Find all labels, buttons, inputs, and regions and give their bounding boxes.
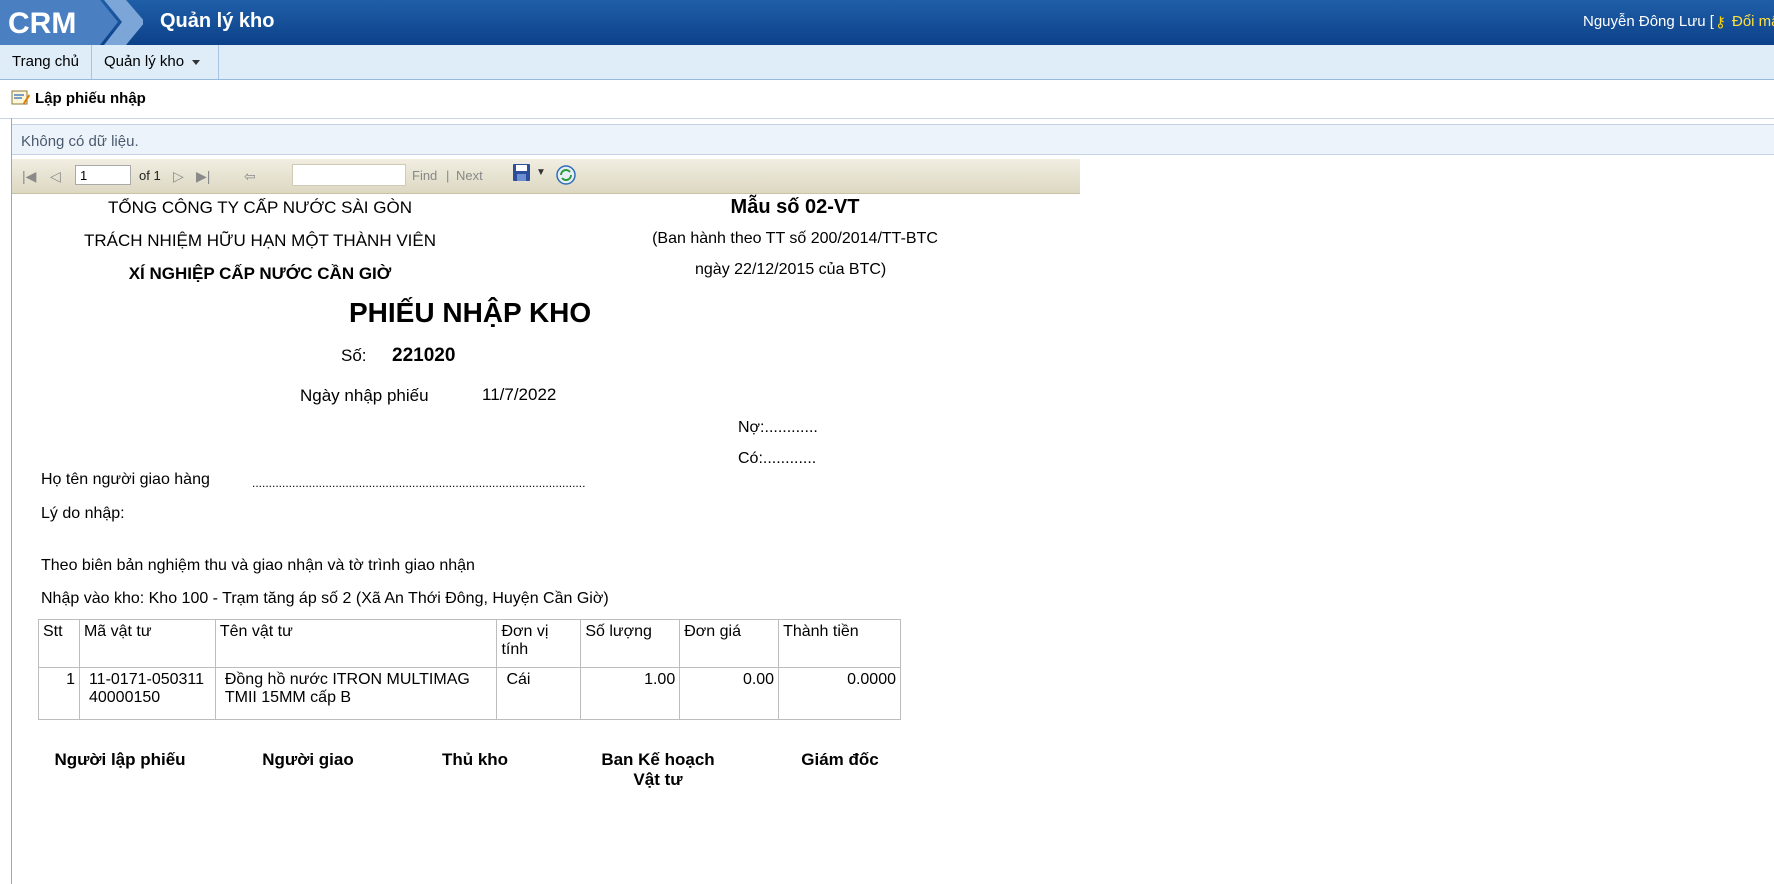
- receipt-number-label: Số:: [341, 346, 367, 365]
- column-header: Đơn giá: [679, 619, 780, 668]
- signature-storekeeper: Thủ kho: [441, 750, 509, 769]
- main-menu-bar: Trang chủ Quản lý kho: [0, 45, 1774, 80]
- save-export-icon[interactable]: [511, 162, 533, 184]
- debit-account: Nợ:............: [738, 419, 818, 436]
- refresh-icon[interactable]: [555, 164, 577, 186]
- find-separator: |: [446, 168, 450, 183]
- column-header: Stt: [38, 619, 80, 668]
- menu-item-home[interactable]: Trang chủ: [0, 45, 92, 79]
- cell-item-name: Đồng hồ nước ITRON MULTIMAG TMII 15MM cấ…: [214, 667, 498, 720]
- warehouse-text: Nhập vào kho: Kho 100 - Trạm tăng áp số …: [41, 590, 609, 607]
- cell-quantity: 1.00: [580, 667, 681, 720]
- message-bar: [12, 124, 1774, 155]
- create-receipt-link[interactable]: Lập phiếu nhập: [35, 90, 146, 107]
- user-name: Nguyễn Đông Lưu [: [1583, 13, 1714, 30]
- column-header: Mã vật tư: [78, 619, 216, 668]
- report-viewer-toolbar: |◀ ◁ ▷ ▶| ⇦: [12, 159, 1080, 194]
- receipt-date-label: Ngày nhập phiếu: [300, 386, 429, 405]
- chevron-down-icon: [192, 59, 201, 65]
- credit-account: Có:............: [738, 450, 817, 467]
- form-code: Mẫu số 02-VT: [730, 196, 860, 218]
- page-toolbar: [0, 80, 1774, 119]
- cell-unit: Cái: [496, 667, 582, 720]
- deliverer-label: Họ tên người giao hàng: [41, 471, 210, 488]
- no-data-message: Không có dữ liệu.: [21, 133, 139, 150]
- back-to-parent-icon[interactable]: ⇦: [244, 159, 256, 193]
- find-link[interactable]: Find: [412, 168, 437, 183]
- table-header-row: Stt Mã vật tư Tên vật tư Đơn vị tính Số …: [38, 619, 901, 668]
- items-table: Stt Mã vật tư Tên vật tư Đơn vị tính Số …: [38, 619, 901, 720]
- company-name-line1: TỔNG CÔNG TY CẤP NƯỚC SÀI GÒN: [108, 198, 412, 217]
- key-icon: ⚷: [1715, 14, 1726, 31]
- menu-item-warehouse[interactable]: Quản lý kho: [92, 45, 219, 79]
- change-password-link[interactable]: Đổi mật khẩu: [1732, 13, 1774, 30]
- crm-logo[interactable]: CRM: [0, 0, 143, 45]
- signature-director: Giám đốc: [801, 750, 879, 769]
- logo-text: CRM: [8, 7, 76, 40]
- next-page-icon[interactable]: ▷: [173, 159, 184, 193]
- form-basis-line1: (Ban hành theo TT số 200/2014/TT-BTC: [652, 230, 938, 247]
- page-title: PHIẾU NHẬP KHO: [349, 297, 592, 328]
- cell-amount: 0.0000: [778, 667, 901, 720]
- receipt-date-value: 11/7/2022: [482, 385, 557, 404]
- deliverer-dotted-line: ........................................…: [252, 476, 586, 490]
- company-name-line2: TRÁCH NHIỆM HỮU HẠN MỘT THÀNH VIÊN: [83, 231, 437, 250]
- receipt-number-value: 221020: [392, 345, 456, 366]
- table-row: 1 11-0171-050311 40000150 Đồng hồ nước I…: [38, 667, 901, 720]
- find-next-link[interactable]: Next: [456, 168, 483, 183]
- cell-unit-price: 0.00: [679, 667, 780, 720]
- menu-item-home-label: Trang chủ: [12, 53, 79, 70]
- column-header: Tên vật tư: [214, 619, 498, 668]
- column-header: Số lượng: [580, 619, 681, 668]
- cell-item-code: 11-0171-050311 40000150: [78, 667, 216, 720]
- reason-label: Lý do nhập:: [41, 505, 125, 522]
- column-header: Thành tiền: [778, 619, 901, 668]
- signature-preparer: Người lập phiếu: [54, 750, 186, 769]
- export-dropdown-icon[interactable]: ▼: [536, 167, 546, 178]
- first-page-icon[interactable]: |◀: [22, 159, 36, 193]
- basis-text: Theo biên bản nghiệm thu và giao nhận và…: [41, 557, 475, 574]
- enterprise-name: XÍ NGHIỆP CẤP NƯỚC CẦN GIỜ: [128, 264, 392, 283]
- signature-deliverer: Người giao: [262, 750, 354, 769]
- cell-stt: 1: [38, 667, 80, 720]
- last-page-icon[interactable]: ▶|: [196, 159, 210, 193]
- previous-page-icon[interactable]: ◁: [50, 159, 61, 193]
- signature-planning: Ban Kế hoạch Vật tư: [601, 750, 715, 789]
- app-title: Quản lý kho: [160, 10, 275, 32]
- form-edit-icon[interactable]: [11, 89, 30, 106]
- find-text-input[interactable]: [292, 164, 406, 186]
- menu-item-warehouse-label: Quản lý kho: [104, 53, 185, 70]
- page-count: of 1: [139, 168, 161, 183]
- content-frame-border: [11, 118, 12, 884]
- form-basis-line2: ngày 22/12/2015 của BTC): [695, 261, 887, 278]
- column-header: Đơn vị tính: [496, 619, 582, 668]
- page-number-input[interactable]: [75, 165, 131, 185]
